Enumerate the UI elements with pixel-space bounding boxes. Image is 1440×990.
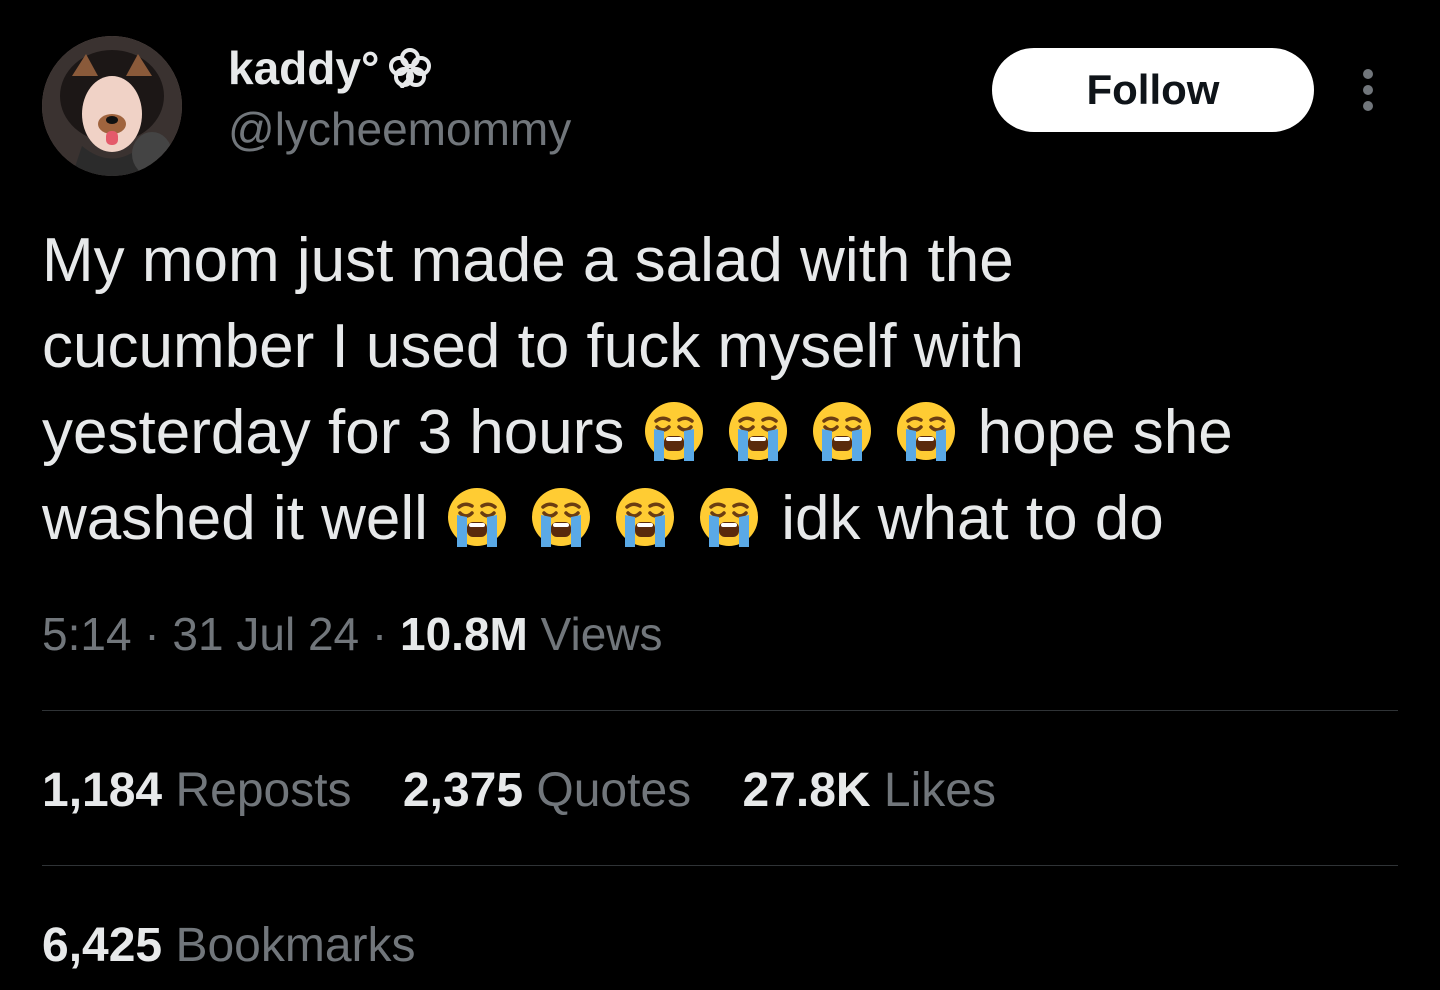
quotes-count: 2,375 <box>402 764 524 817</box>
tweet-line-3-text: yesterday for 3 hours <box>42 398 625 467</box>
flower-icon <box>389 48 432 88</box>
likes-count: 27.8K <box>742 764 871 817</box>
divider <box>42 865 1398 866</box>
tweet-line-4-text: washed it well <box>42 484 428 553</box>
tweet-stats: 1,184 Reposts 2,375 Quotes 27.8K Likes <box>42 760 1034 822</box>
loudly-crying-face-emoji <box>726 399 790 463</box>
quotes-stat[interactable]: 2,375 Quotes <box>403 764 691 817</box>
loudly-crying-face-emoji <box>810 399 874 463</box>
avatar[interactable] <box>42 36 182 176</box>
author-handle[interactable]: @lycheemommy <box>228 100 571 158</box>
divider <box>42 710 1398 711</box>
tweet-meta: 5:14 · 31 Jul 24 · 10.8M Views <box>42 604 663 664</box>
more-vertical-icon[interactable] <box>1356 66 1380 114</box>
bookmarks-stat[interactable]: 6,425 Bookmarks <box>42 915 416 977</box>
display-name[interactable]: kaddy° <box>228 38 571 98</box>
avatar-photo <box>42 36 182 176</box>
tweet-header: kaddy° @lycheemommy Follow <box>42 36 1398 176</box>
display-name-text: kaddy° <box>228 42 380 94</box>
author-names: kaddy° @lycheemommy <box>228 38 571 158</box>
reposts-stat[interactable]: 1,184 Reposts <box>42 764 352 817</box>
tweet-line-1: My mom just made a salad with the <box>42 226 1014 295</box>
loudly-crying-face-emoji <box>894 399 958 463</box>
tweet-line-3: yesterday for 3 hours hope she <box>42 390 1382 476</box>
views-count: 10.8M <box>400 608 528 660</box>
likes-label: Likes <box>883 764 996 817</box>
loudly-crying-face-emoji <box>613 485 677 549</box>
bookmarks-label: Bookmarks <box>175 919 416 972</box>
tweet-date[interactable]: 31 Jul 24 <box>172 608 359 660</box>
tweet-line-4-tail: idk what to do <box>781 484 1164 553</box>
loudly-crying-face-emoji <box>445 485 509 549</box>
tweet-line-3-tail: hope she <box>977 398 1233 467</box>
tweet-line-2: cucumber I used to fuck myself with <box>42 312 1025 381</box>
follow-button[interactable]: Follow <box>992 48 1314 132</box>
bookmarks-count: 6,425 <box>42 919 163 972</box>
reposts-label: Reposts <box>175 764 352 817</box>
meta-separator: · <box>144 608 160 660</box>
loudly-crying-face-emoji <box>529 485 593 549</box>
views-label: Views <box>540 608 663 660</box>
tweet-line-4: washed it well idk what to do <box>42 476 1382 562</box>
quotes-label: Quotes <box>536 764 692 817</box>
tweet-time[interactable]: 5:14 <box>42 608 132 660</box>
reposts-count: 1,184 <box>42 764 163 817</box>
likes-stat[interactable]: 27.8K Likes <box>742 764 996 817</box>
tweet-text: My mom just made a salad with the cucumb… <box>42 218 1382 562</box>
loudly-crying-face-emoji <box>642 399 706 463</box>
loudly-crying-face-emoji <box>697 485 761 549</box>
meta-separator: · <box>371 608 388 660</box>
